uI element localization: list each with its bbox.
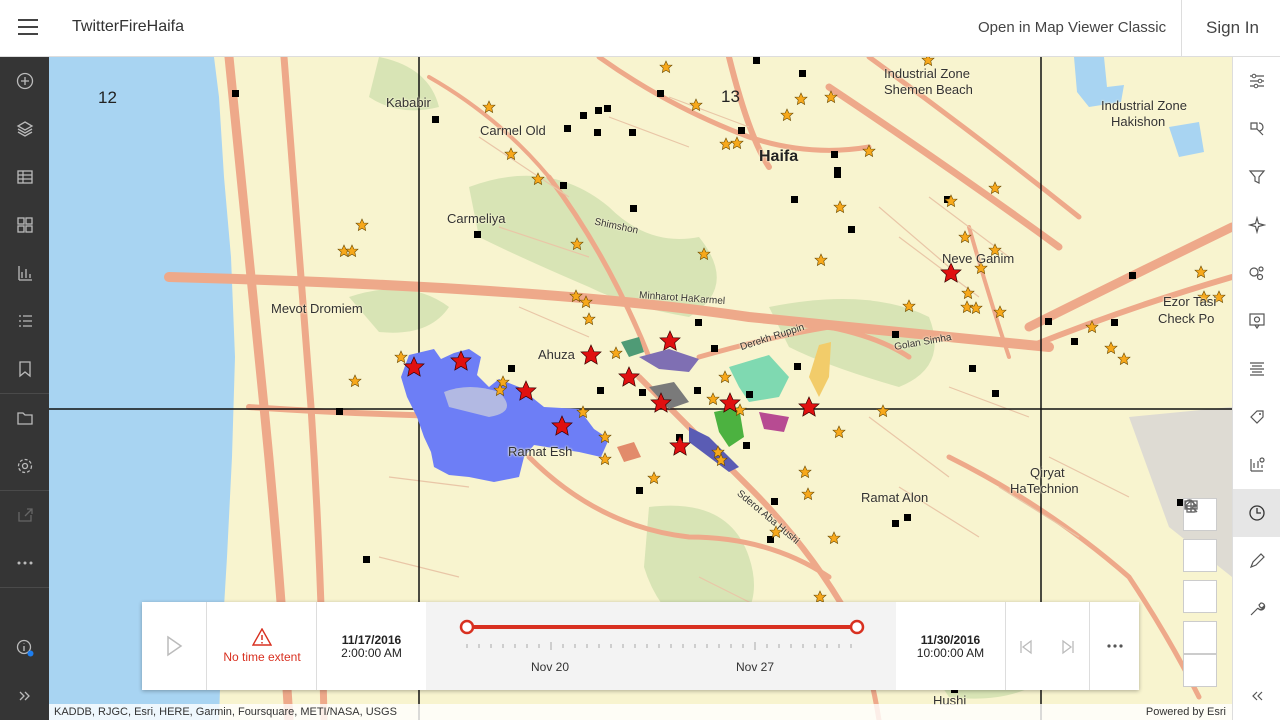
time-warning: No time extent	[207, 602, 317, 690]
add-icon[interactable]	[0, 57, 49, 105]
play-icon	[167, 635, 183, 657]
end-time: 10:00:00 AM	[916, 646, 985, 660]
time-slider: No time extent 11/17/2016 2:00:00 AM Nov…	[142, 602, 1139, 690]
share-icon[interactable]	[0, 491, 49, 539]
settings-icon[interactable]	[0, 442, 49, 490]
start-date: 11/17/2016	[341, 633, 402, 647]
header-bar: TwitterFireHaifa Open in Map Viewer Clas…	[0, 0, 1280, 57]
warning-text: No time extent	[223, 650, 301, 664]
toolbar-separator	[0, 587, 49, 588]
step-controls	[1006, 602, 1090, 690]
header-divider	[1181, 0, 1182, 57]
properties-icon[interactable]	[1233, 57, 1280, 105]
popups-icon[interactable]	[1233, 297, 1280, 345]
left-toolbar	[0, 57, 49, 720]
start-time: 2:00:00 AM	[341, 646, 402, 660]
place-label: Haifa	[759, 148, 799, 165]
analysis-icon[interactable]	[1233, 441, 1280, 489]
warning-icon	[252, 628, 272, 646]
place-label: Kababir	[386, 95, 431, 110]
attribution-text: KADDB, RJGC, Esri, HERE, Garmin, Foursqu…	[54, 706, 397, 718]
folder-icon[interactable]	[0, 394, 49, 442]
clustering-icon[interactable]	[1233, 249, 1280, 297]
expand-icon[interactable]	[0, 672, 49, 720]
place-label: Ramat Alon	[861, 490, 929, 505]
menu-icon[interactable]	[18, 19, 38, 37]
place-label: Neve Ganim	[942, 251, 1015, 266]
home-button[interactable]	[1183, 500, 1217, 613]
effects-icon[interactable]	[1233, 201, 1280, 249]
grid-label: 12	[98, 88, 117, 107]
grid-label: 13	[721, 87, 740, 106]
open-classic-link[interactable]: Open in Map Viewer Classic	[978, 19, 1166, 36]
labels-icon[interactable]	[1233, 393, 1280, 441]
tick-label: Nov 27	[736, 660, 775, 674]
end-time-display: 11/30/2016 10:00:00 AM	[896, 602, 1006, 690]
table-icon[interactable]	[0, 153, 49, 201]
place-label: Industrial Zone	[884, 66, 970, 81]
bookmark-icon[interactable]	[0, 345, 49, 393]
filter-icon[interactable]	[1233, 153, 1280, 201]
sign-in-button[interactable]: Sign In	[1206, 18, 1259, 38]
time-track-graphic	[459, 619, 865, 650]
map-tools	[1183, 498, 1217, 687]
next-icon[interactable]	[1060, 639, 1076, 655]
minus-icon	[1185, 505, 1197, 507]
time-settings-icon[interactable]	[1233, 489, 1280, 537]
more-icon	[1106, 644, 1123, 648]
start-thumb	[459, 619, 475, 635]
place-label: Ezor Tasi	[1163, 294, 1217, 309]
start-time-display: 11/17/2016 2:00:00 AM	[317, 602, 426, 690]
place-label: Industrial Zone	[1101, 98, 1187, 113]
legend-icon[interactable]	[0, 297, 49, 345]
more-icon[interactable]	[0, 539, 49, 587]
previous-icon[interactable]	[1018, 639, 1034, 655]
app-title: TwitterFireHaifa	[72, 18, 185, 35]
time-track[interactable]: Nov 20 Nov 27	[426, 602, 896, 690]
play-button[interactable]	[142, 602, 207, 690]
place-label: Check Po	[1158, 311, 1215, 326]
powered-by-link[interactable]: Powered by Esri	[1146, 704, 1226, 720]
zoom-in-button[interactable]	[1183, 500, 1217, 654]
place-label: Carmel Old	[480, 123, 546, 138]
fields-icon[interactable]	[1233, 345, 1280, 393]
info-icon[interactable]	[0, 624, 49, 672]
wrench-icon[interactable]	[1233, 585, 1280, 633]
place-label: Qiryat	[1030, 465, 1065, 480]
fullscreen-button[interactable]	[1183, 500, 1217, 572]
right-toolbar	[1232, 57, 1280, 720]
place-label: Shemen Beach	[884, 82, 973, 97]
place-label: Carmeliya	[447, 211, 506, 226]
time-options-button[interactable]	[1090, 602, 1139, 690]
end-thumb	[849, 619, 865, 635]
charts-icon[interactable]	[0, 249, 49, 297]
styles-icon[interactable]	[1233, 105, 1280, 153]
place-label: Ahuza	[538, 347, 575, 362]
sketch-icon[interactable]	[1233, 537, 1280, 585]
place-label: Hakishon	[1111, 114, 1166, 129]
place-label: Ramat Esh	[508, 444, 573, 459]
zoom-controls	[1183, 500, 1217, 687]
layers-icon[interactable]	[0, 105, 49, 153]
zoom-out-button[interactable]	[1183, 505, 1217, 687]
collapse-icon[interactable]	[1233, 672, 1280, 720]
end-date: 11/30/2016	[920, 633, 981, 647]
tick-label: Nov 20	[531, 660, 570, 674]
basemap-icon[interactable]	[0, 201, 49, 249]
map-attribution: KADDB, RJGC, Esri, HERE, Garmin, Foursqu…	[49, 704, 1232, 720]
place-label: HaTechnion	[1010, 481, 1079, 496]
place-label: Mevot Dromiem	[271, 301, 363, 316]
